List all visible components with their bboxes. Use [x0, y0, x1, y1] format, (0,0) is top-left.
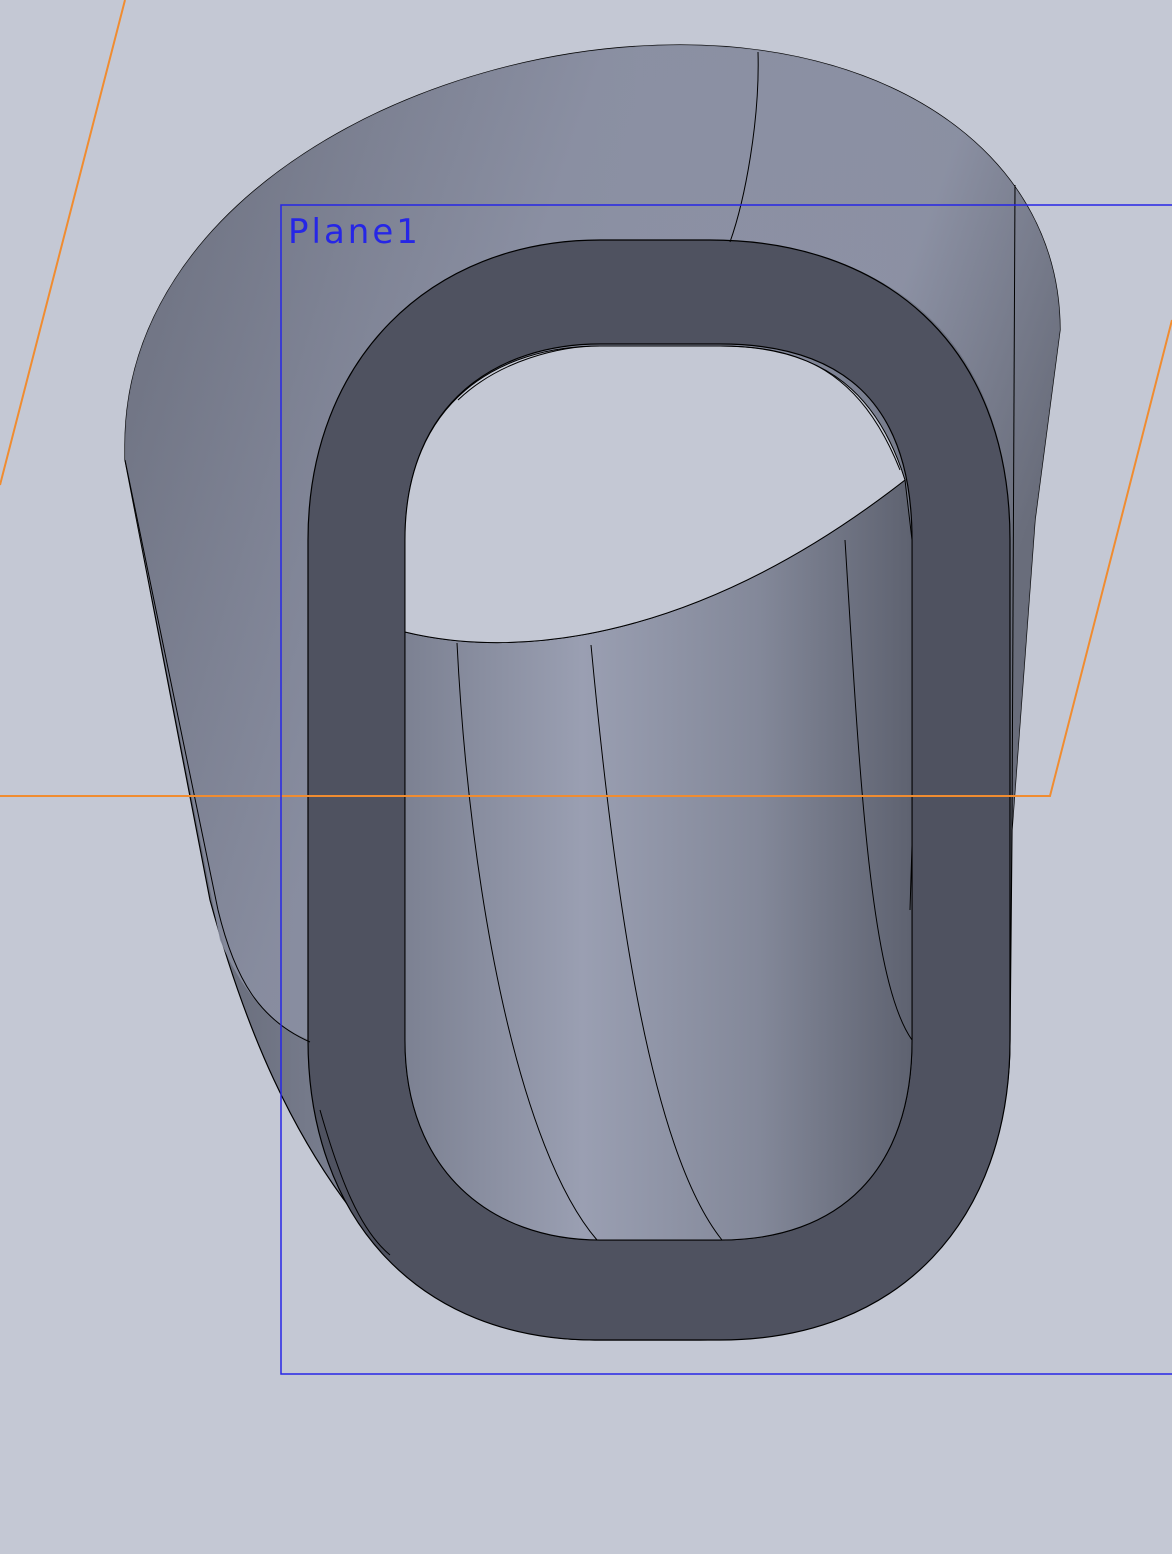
plane1-label[interactable]: Plane1	[288, 212, 421, 252]
model-view[interactable]: Plane1	[0, 0, 1172, 1554]
extruded-part[interactable]	[124, 44, 1061, 1341]
graphics-viewport[interactable]: Plane1	[0, 0, 1172, 1554]
